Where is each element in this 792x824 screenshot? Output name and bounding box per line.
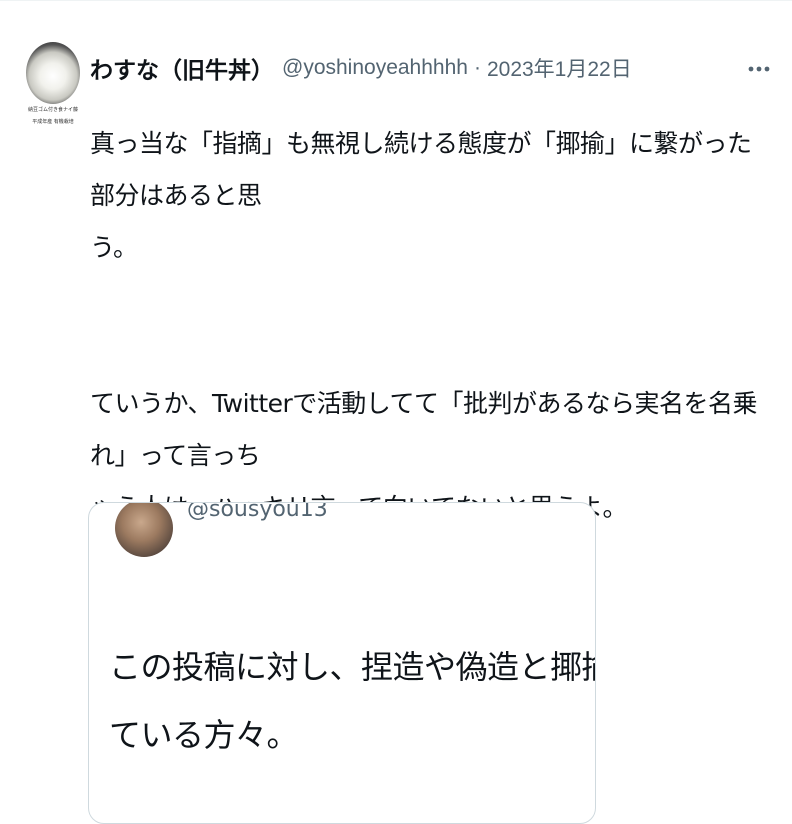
more-options-button[interactable] [744, 54, 774, 84]
tweet-line: う。 [90, 233, 138, 262]
display-name[interactable]: わすな（旧牛丼） [90, 51, 274, 85]
avatar-caption: 平成年産 有機栽培 [32, 119, 74, 125]
tweet-header: わすな（旧牛丼） @yoshinoyeahhhhh · 2023年1月22日 [90, 48, 632, 88]
quoted-user-handle[interactable]: @sousyou13 [187, 503, 328, 522]
rice-bowl-image [26, 42, 80, 104]
user-handle[interactable]: @yoshinoyeahhhhh [282, 56, 468, 80]
tweet-line: 真っ当な「指摘」も無視し続ける態度が「揶揄」に繋がった部分はあると思 [90, 129, 752, 210]
tweet-date[interactable]: 2023年1月22日 [487, 53, 632, 83]
top-divider [0, 0, 792, 1]
author-avatar[interactable]: 納豆ゴム付き食ナイ藤 平成年産 有機栽培 [22, 42, 84, 128]
quoted-line: この投稿に対し、捏造や偽造と揶揄し [109, 648, 596, 686]
separator-dot: · [473, 56, 481, 79]
quoted-tweet-card[interactable]: @sousyou13 この投稿に対し、捏造や偽造と揶揄し ている方々。 [88, 502, 596, 824]
more-horizontal-icon [748, 66, 770, 72]
quoted-tweet-text: この投稿に対し、捏造や偽造と揶揄し ている方々。 [109, 633, 596, 769]
quoted-line: ている方々。 [109, 716, 299, 754]
avatar-caption: 納豆ゴム付き食ナイ藤 [27, 107, 78, 113]
tweet-line: ていうか、Twitterで活動してて「批判があるなら実名を名乗れ」って言っち [90, 389, 758, 470]
quoted-author-avatar[interactable] [115, 503, 173, 557]
